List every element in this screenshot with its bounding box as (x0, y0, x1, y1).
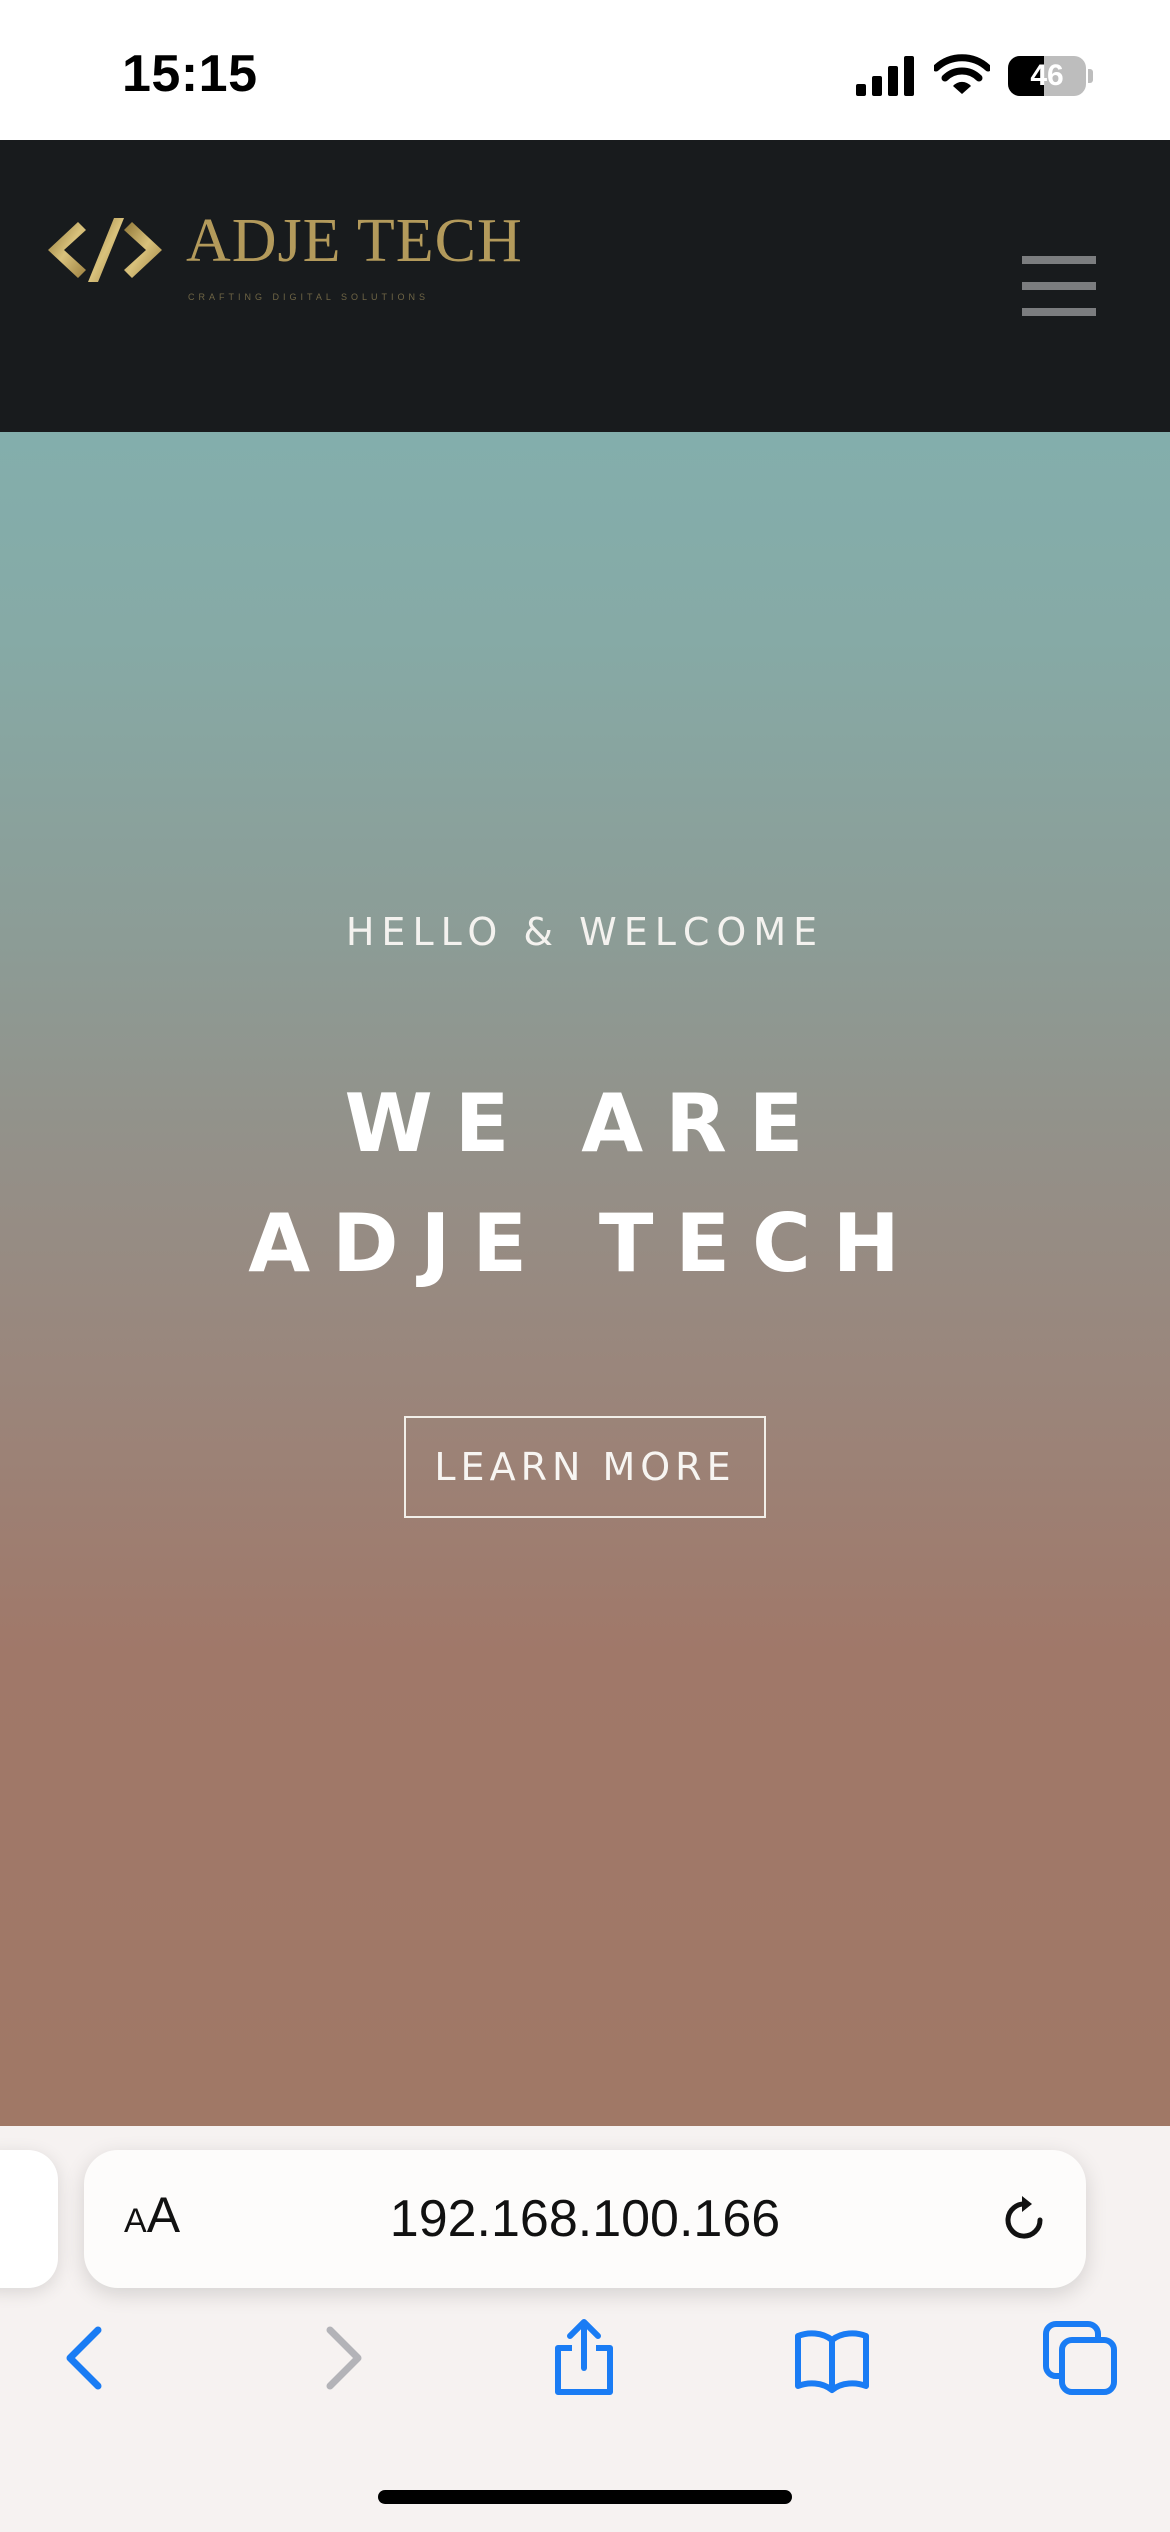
url-text[interactable]: 192.168.100.166 (84, 2150, 1086, 2288)
address-bar[interactable]: 192.168.100.166 AA (84, 2150, 1086, 2288)
code-brackets-icon (48, 218, 162, 282)
logo-name: ADJE TECH (186, 207, 523, 275)
battery-level: 46 (1030, 59, 1064, 92)
wifi-icon (934, 54, 990, 94)
share-icon[interactable] (544, 2318, 624, 2398)
previous-tab-preview[interactable] (0, 2150, 58, 2288)
bookmarks-icon[interactable] (792, 2318, 872, 2398)
status-time: 15:15 (122, 45, 258, 103)
battery-icon: 46 (1008, 56, 1093, 96)
back-icon[interactable] (48, 2318, 128, 2398)
logo-tagline: CRAFTING DIGITAL SOLUTIONS (188, 292, 430, 302)
tabs-icon[interactable] (1040, 2318, 1120, 2398)
site-header: ADJE TECH CRAFTING DIGITAL SOLUTIONS (0, 140, 1170, 432)
hero-eyebrow: HELLO & WELCOME (345, 910, 825, 954)
reload-icon[interactable] (996, 2192, 1052, 2248)
status-bar: 15:15 46 (0, 0, 1170, 140)
text-size-button[interactable]: AA (124, 2186, 180, 2246)
hero-section: HELLO & WELCOME WE ARE ADJE TECH LEARN M… (0, 432, 1170, 2126)
learn-more-button[interactable]: LEARN MORE (404, 1416, 766, 1518)
text-size-big-label: A (146, 2187, 181, 2243)
forward-icon[interactable] (300, 2318, 380, 2398)
signal-icon (856, 56, 914, 96)
hero-title: WE ARE ADJE TECH (248, 1077, 922, 1290)
site-logo[interactable]: ADJE TECH CRAFTING DIGITAL SOLUTIONS (40, 206, 522, 326)
home-indicator (378, 2490, 792, 2504)
menu-button[interactable] (1016, 252, 1100, 320)
text-size-small-label: A (124, 2202, 147, 2240)
